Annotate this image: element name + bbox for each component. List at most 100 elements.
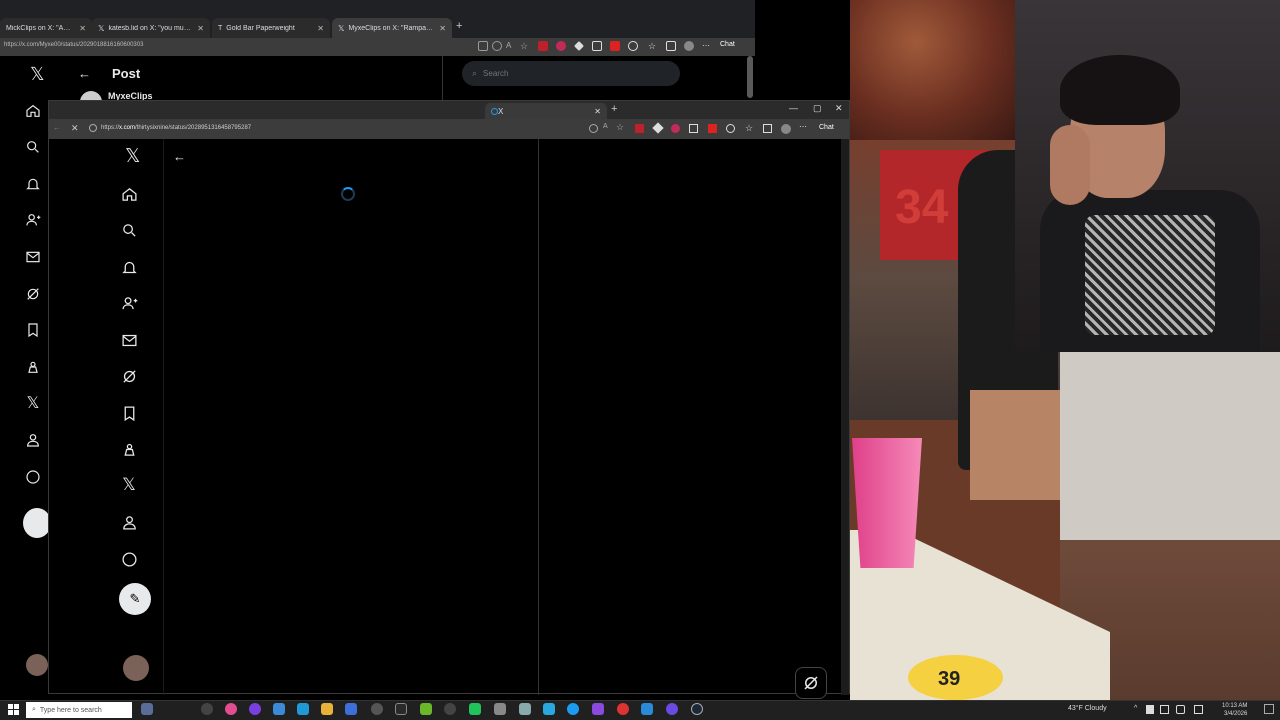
app-icon-11[interactable]	[519, 703, 531, 715]
more-menu-icon[interactable]: ⋯	[702, 41, 712, 51]
premium-icon[interactable]	[22, 356, 44, 378]
x-icon[interactable]: 𝕏	[22, 392, 44, 414]
new-tab-button[interactable]: +	[611, 103, 617, 115]
app-icon-17[interactable]	[666, 703, 678, 715]
app-icon-12[interactable]	[543, 703, 555, 715]
app-icon-13[interactable]	[567, 703, 579, 715]
nvidia-icon[interactable]	[420, 703, 432, 715]
search-icon[interactable]	[22, 136, 44, 158]
collections-icon[interactable]	[666, 41, 676, 51]
profile-avatar-icon[interactable]	[781, 124, 791, 134]
more-menu-icon[interactable]: ⋯	[799, 122, 807, 131]
app-icon-7[interactable]	[395, 703, 407, 715]
new-tab-button[interactable]: +	[456, 20, 462, 32]
reader-icon[interactable]	[478, 41, 488, 51]
network-icon[interactable]	[1160, 705, 1169, 714]
file-explorer-icon[interactable]	[321, 703, 333, 715]
site-info-icon[interactable]	[89, 124, 97, 132]
x-logo-icon[interactable]: 𝕏	[125, 145, 140, 168]
close-icon[interactable]: ✕	[197, 24, 204, 33]
favorites-icon[interactable]: ☆	[745, 123, 753, 134]
maximize-icon[interactable]: ▢	[813, 103, 822, 114]
bell-icon[interactable]	[22, 173, 44, 195]
app-icon-1[interactable]	[201, 703, 213, 715]
app-icon-15[interactable]	[617, 703, 629, 715]
weather-widget[interactable]: 43°F Cloudy	[1068, 705, 1107, 712]
app-icon-3[interactable]	[249, 703, 261, 715]
copilot-chat-button[interactable]: Chat	[819, 124, 834, 131]
app-icon-8[interactable]	[444, 703, 456, 715]
back-tab-4[interactable]: 𝕏MyxeClips on X: "Rampage Jackson ✕	[332, 18, 452, 38]
notification-icon[interactable]	[1194, 705, 1203, 714]
app-icon-6[interactable]	[371, 703, 383, 715]
cortana-icon[interactable]	[141, 703, 153, 715]
add-user-icon[interactable]	[117, 291, 141, 315]
extension-icon-4[interactable]	[592, 41, 602, 51]
windows-start-icon[interactable]	[8, 704, 19, 715]
front-active-tab[interactable]: X ✕	[485, 103, 607, 119]
scrollbar[interactable]	[841, 139, 849, 695]
search-input[interactable]: ⌕ Search	[462, 61, 680, 86]
extension-icon-3[interactable]	[671, 124, 680, 133]
stop-loading-icon[interactable]: ✕	[71, 123, 79, 134]
extensions-icon[interactable]	[628, 41, 638, 51]
post-button[interactable]	[23, 508, 51, 538]
tray-chevron-icon[interactable]: ^	[1134, 705, 1137, 712]
extension-icon-2[interactable]	[556, 41, 566, 51]
minimize-icon[interactable]: —	[789, 103, 798, 113]
volume-icon[interactable]	[1176, 705, 1185, 714]
back-nav-icon[interactable]: ←	[53, 123, 61, 132]
zoom-icon[interactable]	[589, 124, 598, 133]
taskbar-search-input[interactable]: ⌕ Type here to search	[26, 702, 132, 718]
more-icon[interactable]	[117, 547, 141, 571]
extensions-icon[interactable]	[726, 124, 735, 133]
close-icon[interactable]: ✕	[594, 107, 601, 116]
home-icon[interactable]	[22, 100, 44, 122]
add-user-icon[interactable]	[22, 209, 44, 231]
copilot-chat-button[interactable]: Chat	[720, 41, 735, 48]
favorite-icon[interactable]: ☆	[616, 122, 624, 133]
mic-icon[interactable]	[1146, 705, 1154, 714]
favorite-icon[interactable]: ☆	[520, 41, 530, 51]
close-window-icon[interactable]: ✕	[835, 103, 843, 114]
profile-icon[interactable]	[22, 429, 44, 451]
premium-icon[interactable]	[117, 437, 141, 461]
favorites-icon[interactable]: ☆	[648, 41, 658, 51]
front-address-bar[interactable]: https://x.com/thirtysixnine/status/20289…	[101, 125, 251, 131]
app-icon-14[interactable]	[592, 703, 604, 715]
read-aloud-icon[interactable]: A	[603, 123, 608, 130]
search-icon[interactable]	[117, 218, 141, 242]
grok-icon[interactable]	[22, 283, 44, 305]
scrollbar[interactable]	[747, 56, 753, 98]
extension-icon-1[interactable]	[538, 41, 548, 51]
back-address-bar[interactable]: https://x.com/Myxe00/status/202901881616…	[4, 42, 143, 48]
extension-icon-5[interactable]	[610, 41, 620, 51]
close-icon[interactable]: ✕	[79, 24, 86, 33]
x-icon[interactable]: 𝕏	[117, 473, 141, 497]
avatar[interactable]	[123, 655, 149, 681]
bell-icon[interactable]	[117, 255, 141, 279]
grok-icon[interactable]	[117, 364, 141, 388]
back-arrow-icon[interactable]: ←	[173, 149, 186, 164]
back-tab-1[interactable]: MickClips on X: "Amouranth is✕	[0, 18, 92, 38]
action-center-icon[interactable]	[1264, 704, 1274, 714]
close-icon[interactable]: ✕	[317, 24, 324, 33]
profile-icon[interactable]	[117, 510, 141, 534]
extension-icon-4[interactable]	[689, 124, 698, 133]
app-icon-2[interactable]	[225, 703, 237, 715]
extension-icon-5[interactable]	[708, 124, 717, 133]
x-logo-icon[interactable]: 𝕏	[30, 64, 45, 85]
back-arrow-icon[interactable]: ←	[78, 66, 91, 81]
app-icon-5[interactable]	[345, 703, 357, 715]
close-icon[interactable]: ✕	[439, 24, 446, 33]
back-tab-3[interactable]: T Gold Bar Paperweight ✕	[212, 18, 330, 38]
mail-icon[interactable]	[22, 246, 44, 268]
app-icon-16[interactable]	[641, 703, 653, 715]
mail-icon[interactable]	[117, 328, 141, 352]
avatar[interactable]	[26, 654, 48, 676]
read-aloud-icon[interactable]: A	[506, 41, 516, 51]
zoom-icon[interactable]	[492, 41, 502, 51]
grok-button[interactable]	[795, 667, 827, 699]
app-icon-10[interactable]	[494, 703, 506, 715]
more-icon[interactable]	[22, 466, 44, 488]
